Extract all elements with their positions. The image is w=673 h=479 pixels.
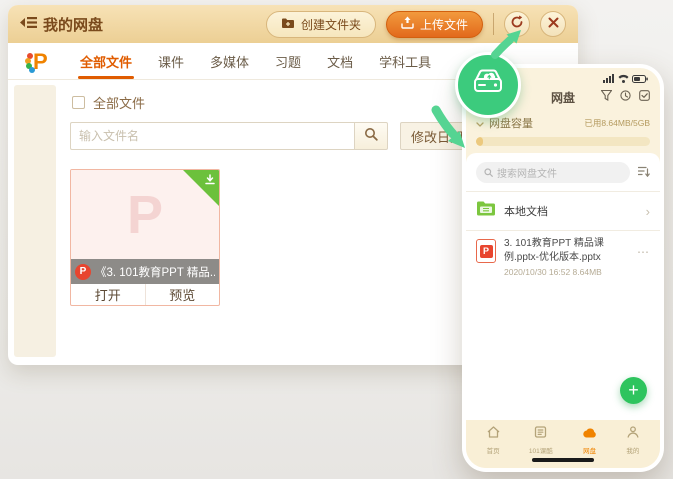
file-name: 3. 101教育PPT 精品课例.pptx-优化版本.pptx: [504, 237, 629, 264]
app-logo-icon: P: [22, 48, 50, 74]
tab-101-keku[interactable]: 101课酷: [529, 425, 553, 455]
create-folder-button[interactable]: 创建文件夹: [266, 11, 376, 38]
close-icon: [548, 15, 559, 33]
tab-exercises[interactable]: 习题: [275, 43, 301, 79]
refresh-icon: [510, 15, 524, 34]
window-header: 我的网盘 创建文件夹 上传文件: [8, 5, 578, 43]
ppt-badge-icon: P: [75, 264, 91, 280]
tab-101-keku-label: 101课酷: [529, 445, 553, 455]
tab-subject-tools[interactable]: 学科工具: [379, 43, 431, 79]
phone-search-bar[interactable]: 搜索网盘文件: [476, 162, 630, 183]
filter-icon[interactable]: [601, 88, 612, 106]
open-button[interactable]: 打开: [71, 284, 146, 305]
tab-home[interactable]: 首页: [487, 425, 500, 455]
folder-name: 本地文档: [504, 203, 548, 219]
search-icon: [484, 164, 493, 182]
tab-all-files[interactable]: 全部文件: [80, 43, 132, 79]
phone-search-placeholder: 搜索网盘文件: [497, 165, 557, 180]
refresh-button[interactable]: [504, 11, 530, 37]
create-folder-label: 创建文件夹: [301, 16, 361, 33]
file-meta: 2020/10/30 16:52 8.64MB: [504, 267, 629, 277]
window-title: 我的网盘: [20, 14, 103, 35]
date-filter-label: 修改日期: [411, 127, 463, 146]
ppt-letter-badge: P: [480, 245, 493, 258]
resource-store-icon: [534, 425, 547, 443]
file-card-watermark: P: [127, 184, 163, 246]
transfer-history-icon[interactable]: [620, 88, 631, 106]
folder-row-local-docs[interactable]: 本地文档 ›: [466, 192, 660, 230]
sort-icon[interactable]: [638, 164, 650, 182]
window-title-text: 我的网盘: [43, 14, 103, 35]
cloud-icon: [582, 425, 597, 443]
multi-select-icon[interactable]: [639, 88, 650, 106]
collapse-menu-icon[interactable]: [20, 16, 37, 33]
phone-tab-bar: 首页 101课酷 网盘: [466, 420, 660, 468]
upload-file-label: 上传文件: [420, 16, 468, 33]
search-button[interactable]: [354, 122, 388, 150]
file-card-name-bar: P 《3. 101教育PPT 精品...: [71, 259, 219, 284]
folder-plus-icon: [281, 17, 295, 32]
capacity-progress-bar: [476, 137, 650, 146]
mobile-app-panel: 网盘 网盘容量 已用8.64MB/5GB: [462, 64, 664, 472]
home-icon: [487, 425, 500, 443]
upload-icon: [401, 16, 414, 32]
drive-cloud-icon: [470, 66, 506, 105]
phone-file-list: 搜索网盘文件 本地文档 › P 3. 101教育PPT: [466, 153, 660, 420]
file-card[interactable]: P P 《3. 101教育PPT 精品... 打开 预览: [70, 169, 220, 306]
file-card-preview: P: [71, 170, 219, 259]
close-button[interactable]: [540, 11, 566, 37]
home-indicator[interactable]: [532, 458, 594, 462]
tab-drive[interactable]: 网盘: [582, 425, 597, 455]
tab-me-label: 我的: [626, 445, 639, 455]
capacity-progress-fill: [476, 137, 483, 146]
tab-me[interactable]: 我的: [626, 425, 639, 455]
tab-home-label: 首页: [487, 445, 500, 455]
left-sidebar: [14, 85, 56, 357]
search-icon: [364, 127, 378, 146]
tab-courseware[interactable]: 课件: [158, 43, 184, 79]
capacity-used: 已用8.64MB/5GB: [584, 117, 650, 129]
select-all-label: 全部文件: [93, 93, 145, 112]
download-check-icon: [204, 173, 216, 191]
capacity-label: 网盘容量: [489, 115, 533, 131]
upload-file-button[interactable]: 上传文件: [386, 11, 483, 38]
cloud-drive-badge: [455, 52, 521, 118]
preview-button[interactable]: 预览: [146, 284, 220, 305]
tab-drive-label: 网盘: [583, 445, 596, 455]
tab-documents[interactable]: 文档: [327, 43, 353, 79]
file-card-name: 《3. 101教育PPT 精品...: [95, 264, 215, 280]
chevron-right-icon: ›: [646, 204, 650, 219]
ppt-file-icon: P: [476, 239, 496, 263]
tab-multimedia[interactable]: 多媒体: [210, 43, 249, 79]
header-divider: [493, 13, 494, 35]
add-fab-button[interactable]: +: [620, 377, 647, 404]
select-all-checkbox[interactable]: [72, 96, 85, 109]
folder-icon: [476, 200, 496, 222]
svg-text:P: P: [33, 49, 48, 74]
more-options-icon[interactable]: ⋯: [637, 245, 650, 259]
file-row[interactable]: P 3. 101教育PPT 精品课例.pptx-优化版本.pptx 2020/1…: [466, 231, 660, 283]
person-icon: [627, 425, 639, 443]
search-input[interactable]: [70, 122, 354, 150]
